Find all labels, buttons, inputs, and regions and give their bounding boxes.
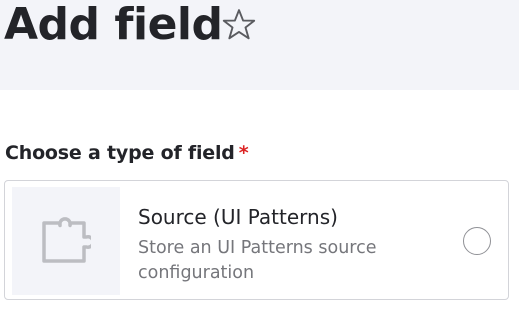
page: Add field Choose a type of field * Sourc… (0, 0, 519, 311)
required-marker: * (238, 142, 249, 164)
option-description: Store an UI Patterns source configuratio… (138, 238, 377, 283)
field-type-option-source-ui-patterns[interactable]: Source (UI Patterns) Store an UI Pattern… (4, 180, 509, 300)
puzzle-icon (42, 217, 91, 263)
option-title: Source (UI Patterns) (138, 205, 338, 229)
option-thumbnail (12, 187, 120, 295)
field-type-label-row: Choose a type of field * (5, 140, 249, 166)
star-outline-icon (222, 9, 256, 40)
page-header: Add field (0, 0, 519, 90)
field-type-label: Choose a type of field (5, 142, 235, 164)
favorite-button[interactable] (218, 3, 260, 47)
page-title: Add field (4, 0, 223, 50)
option-radio[interactable] (463, 227, 491, 255)
